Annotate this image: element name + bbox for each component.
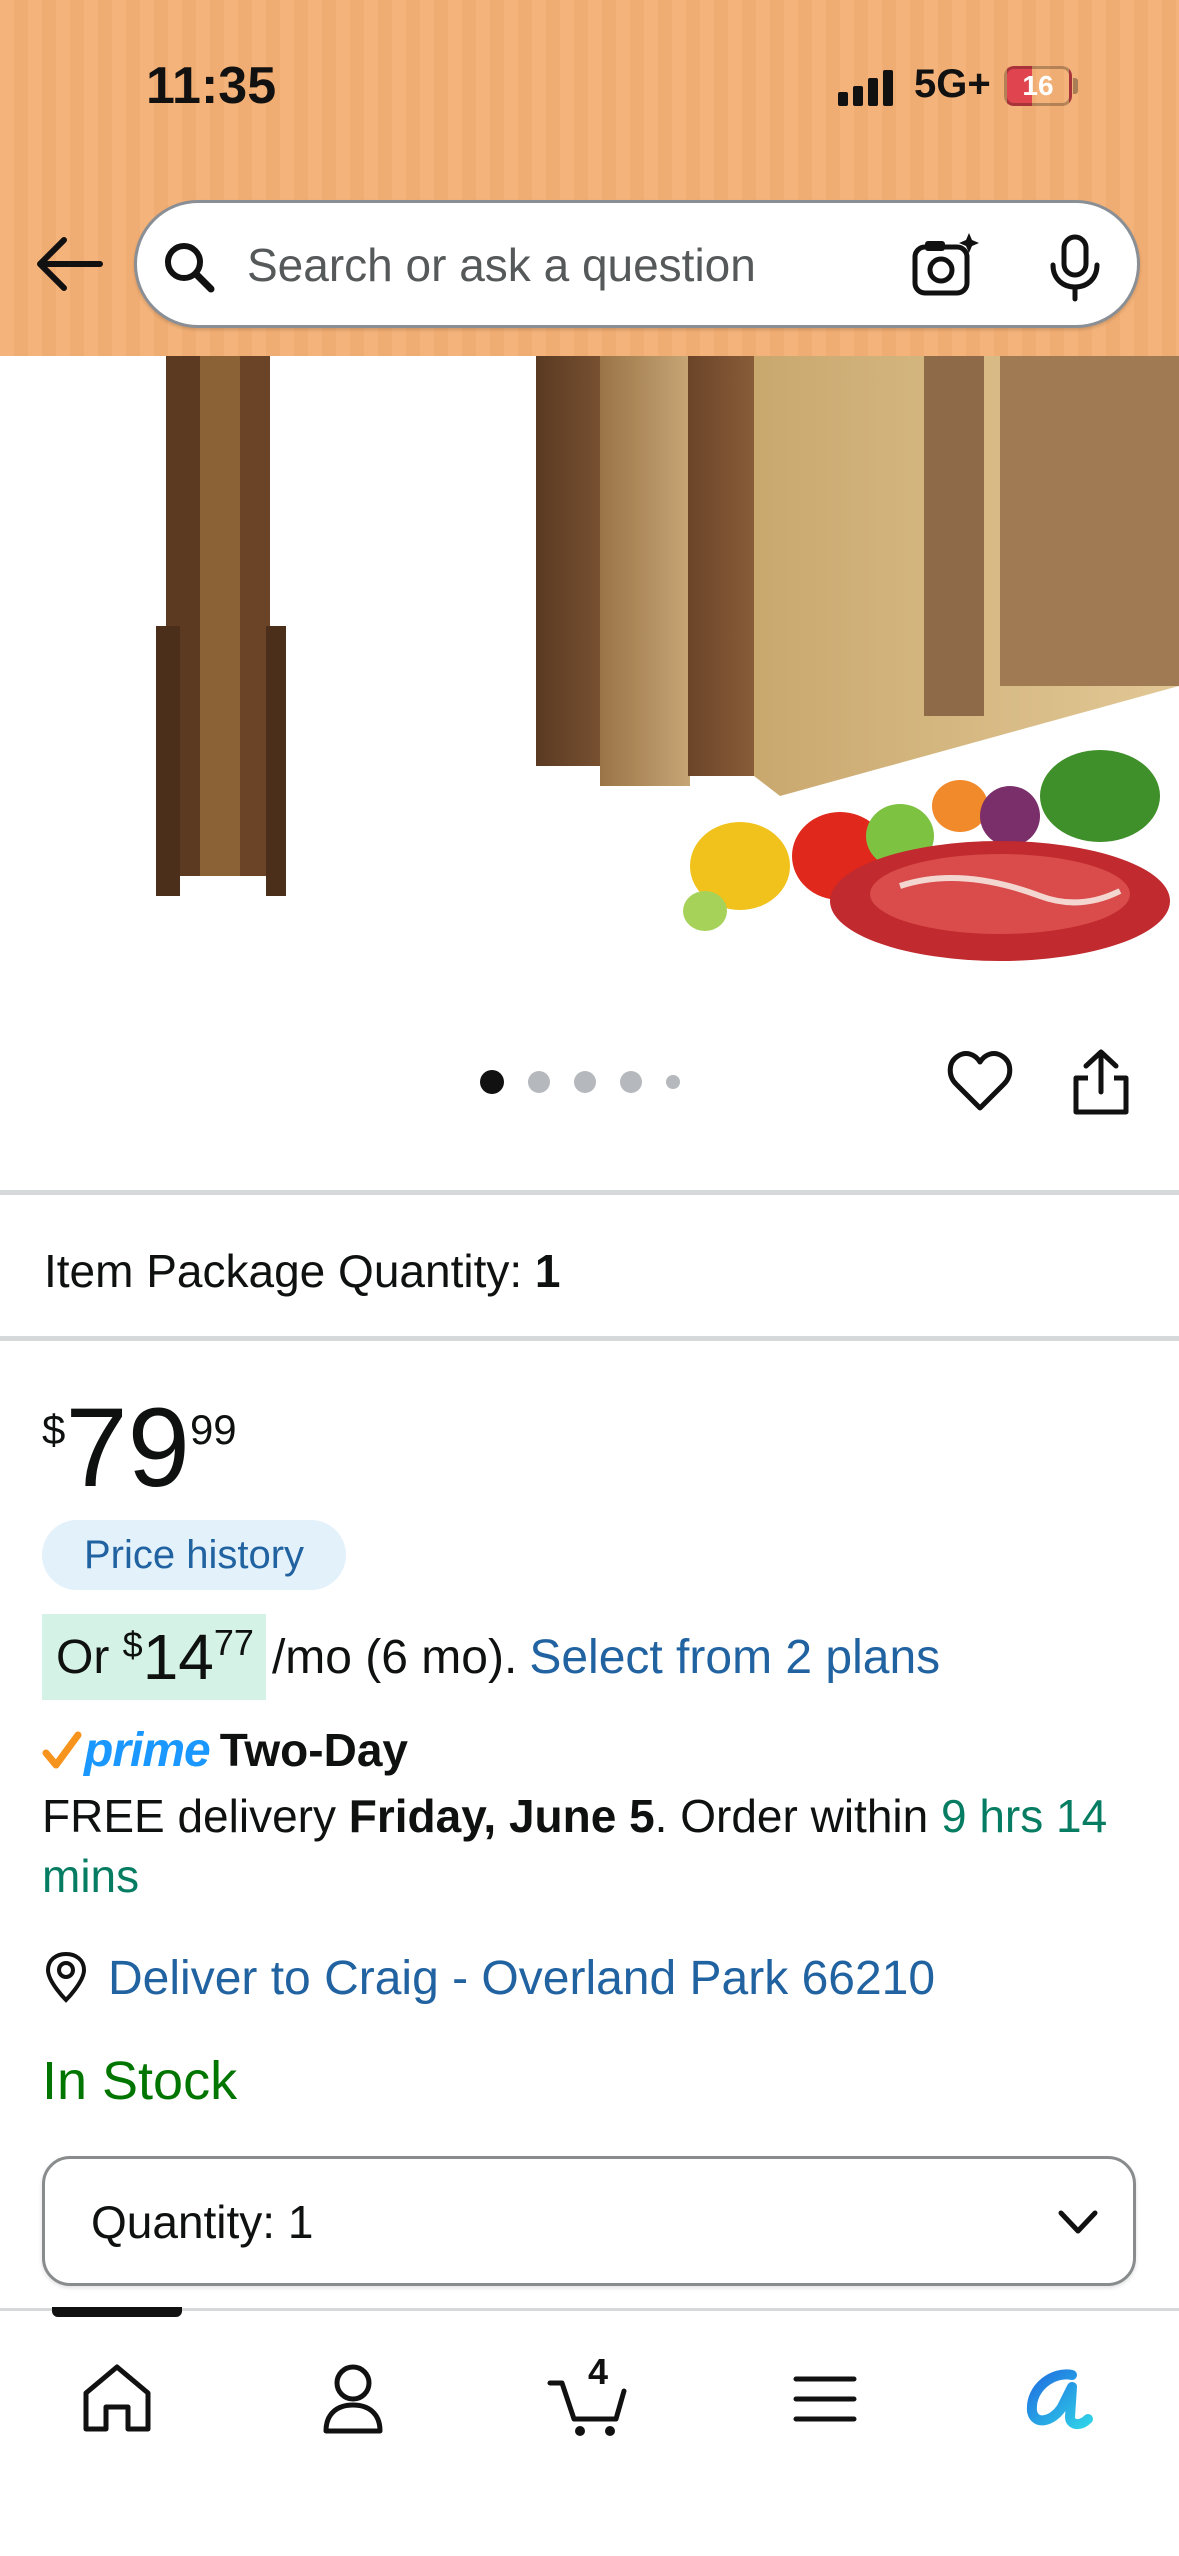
delivery-prefix: FREE delivery — [42, 1790, 336, 1842]
quantity-dropdown-label: Quantity: 1 — [91, 2195, 313, 2249]
chevron-down-icon — [1058, 2210, 1098, 2234]
divider — [0, 1336, 1179, 1341]
rufus-icon — [1026, 2369, 1093, 2429]
monthly-price-pill: Or $14 77 — [42, 1614, 266, 1700]
monthly-whole: 14 — [142, 1621, 214, 1693]
arrow-left-icon — [37, 237, 103, 291]
image-carousel-dots[interactable] — [480, 1070, 680, 1094]
monthly-fraction: 77 — [213, 1622, 254, 1663]
item-package-quantity[interactable]: Item Package Quantity: 1 — [44, 1244, 561, 1298]
price-fraction: 99 — [189, 1406, 237, 1453]
quantity-value: 1 — [287, 2196, 314, 2248]
active-tab-indicator — [52, 2307, 182, 2317]
bottom-navigation: 4 — [0, 2307, 1179, 2556]
cutting-board-set-image — [156, 356, 1179, 961]
delivery-middle: . Order within — [654, 1790, 929, 1842]
nav-account[interactable] — [308, 2353, 398, 2443]
quantity-dropdown[interactable]: Quantity: 1 — [42, 2156, 1136, 2286]
location-pin-icon — [45, 1952, 87, 2003]
nav-menu[interactable] — [780, 2353, 870, 2443]
status-time: 11:35 — [146, 57, 277, 115]
monthly-suffix: /mo (6 mo). — [271, 1630, 518, 1684]
heart-icon[interactable] — [946, 1048, 1014, 1116]
carousel-dot-active[interactable] — [480, 1070, 504, 1094]
carousel-dot[interactable] — [574, 1071, 596, 1093]
search-bar[interactable] — [134, 200, 1140, 328]
carousel-dot[interactable] — [666, 1075, 680, 1089]
network-type: 5G+ — [914, 62, 991, 106]
prime-speed: Two-Day — [219, 1724, 408, 1776]
search-input[interactable] — [247, 223, 897, 307]
select-plans-link[interactable]: Select from 2 plans — [529, 1630, 940, 1685]
monthly-prefix: Or — [56, 1630, 110, 1684]
prime-check-icon — [42, 1731, 82, 1769]
carousel-dot[interactable] — [620, 1071, 642, 1093]
carousel-dot[interactable] — [528, 1071, 550, 1093]
package-quantity-label: Item Package Quantity: — [44, 1245, 523, 1297]
price-history-button[interactable]: Price history — [42, 1520, 346, 1590]
battery-icon: 16 — [1004, 66, 1072, 106]
price: $7999 — [42, 1392, 237, 1504]
menu-icon — [793, 2376, 857, 2422]
cart-count-badge: 4 — [588, 2351, 609, 2392]
battery-level: 16 — [1022, 70, 1054, 101]
prime-badge: prime Two-Day — [42, 1720, 408, 1780]
signal-icon — [838, 68, 893, 106]
deliver-to-link[interactable]: Deliver to Craig - Overland Park 66210 — [42, 1946, 935, 2010]
home-icon — [83, 2364, 151, 2432]
nav-rufus[interactable] — [1014, 2353, 1104, 2443]
search-icon — [165, 243, 215, 293]
account-icon — [323, 2364, 383, 2434]
deliver-to-address[interactable]: Deliver to Craig - Overland Park 66210 — [108, 1951, 935, 2006]
camera-search-icon[interactable] — [907, 229, 983, 305]
battery-nub — [1073, 78, 1078, 94]
quantity-label: Quantity: — [91, 2196, 276, 2248]
nav-home[interactable] — [72, 2353, 162, 2443]
monthly-payment: Or $14 77 /mo (6 mo). Select from 2 plans — [42, 1614, 940, 1700]
divider — [0, 1190, 1179, 1195]
package-quantity-value: 1 — [534, 1245, 561, 1297]
stock-status: In Stock — [42, 2051, 238, 2111]
back-button[interactable] — [30, 232, 106, 296]
monthly-currency: $ — [122, 1624, 143, 1665]
delivery-date: Friday, June 5 — [348, 1790, 655, 1842]
delivery-info: FREE delivery Friday, June 5. Order with… — [42, 1786, 1142, 1906]
share-icon[interactable] — [1066, 1046, 1136, 1118]
price-whole: 79 — [65, 1385, 190, 1510]
microphone-icon[interactable] — [1037, 229, 1113, 305]
prime-logo: prime — [84, 1723, 211, 1777]
product-image[interactable] — [0, 356, 1179, 996]
price-currency: $ — [42, 1406, 66, 1453]
app-header: 11:35 5G+ 16 — [0, 0, 1179, 356]
nav-cart[interactable]: 4 — [544, 2351, 634, 2443]
